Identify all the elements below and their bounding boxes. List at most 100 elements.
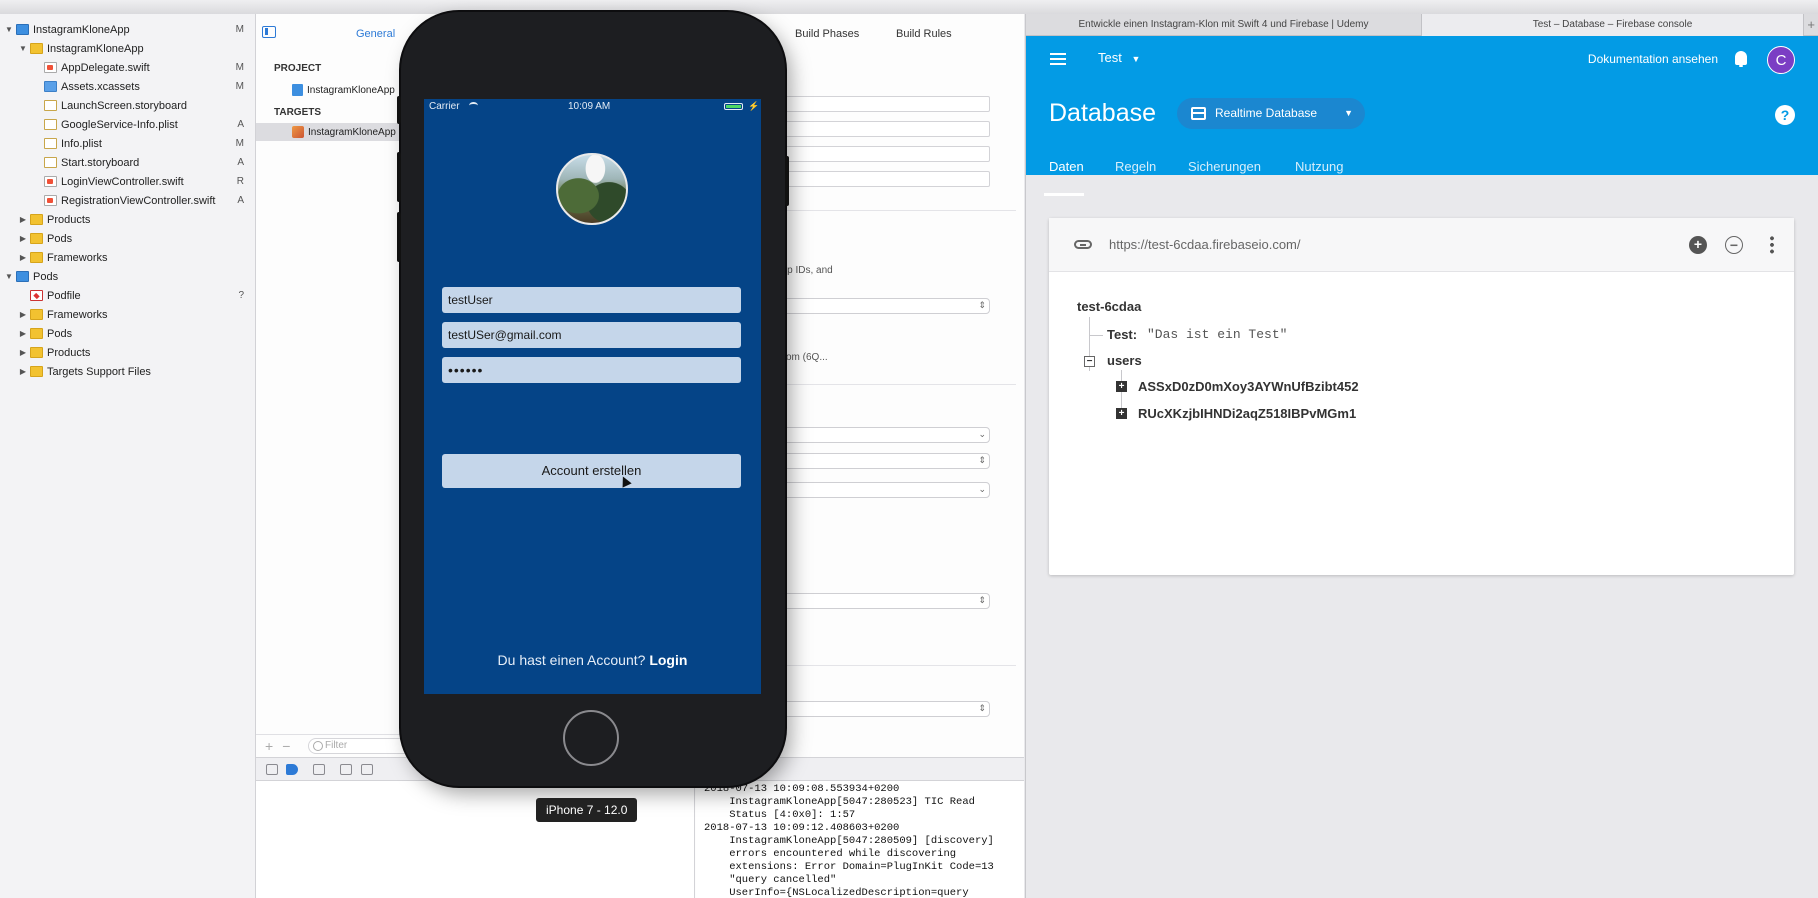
- password-input[interactable]: [442, 357, 741, 383]
- version-field[interactable]: [776, 146, 990, 162]
- profile-image-picker[interactable]: [556, 153, 628, 225]
- tree-root-node[interactable]: test-6cdaa: [1077, 299, 1141, 314]
- tab-nutzung[interactable]: Nutzung: [1295, 159, 1343, 174]
- project-selector[interactable]: Test ▼: [1098, 50, 1140, 65]
- navigator-item[interactable]: ▶ Targets Support Files: [0, 362, 255, 381]
- target-item[interactable]: InstagramKloneApp: [256, 123, 416, 141]
- breakpoints-toggle-icon[interactable]: [286, 764, 298, 775]
- disclosure-closed-icon[interactable]: ▶: [18, 215, 28, 224]
- user-node-key[interactable]: RUcXKzjbIHNDi2aqZ518IBPvMGm1: [1138, 406, 1356, 421]
- disclosure-closed-icon[interactable]: ▶: [18, 253, 28, 262]
- navigator-item[interactable]: ▶ Frameworks: [0, 248, 255, 267]
- user-node-key[interactable]: ASSxD0zD0mXoy3AYWnUfBzibt452: [1138, 379, 1359, 394]
- debug-console[interactable]: 2018-07-13 10:09:08.553934+0200 Instagra…: [696, 781, 1024, 898]
- deployment-target-select[interactable]: ⌄: [776, 427, 990, 443]
- browser-tab-firebase[interactable]: Test – Database – Firebase console: [1422, 14, 1804, 36]
- chevron-down-icon: ⌄: [978, 484, 986, 494]
- users-node-key[interactable]: users: [1107, 353, 1142, 368]
- tab-daten[interactable]: Daten: [1049, 159, 1084, 174]
- navigator-item[interactable]: ▶ Pods: [0, 324, 255, 343]
- browser-tab-udemy[interactable]: Entwickle einen Instagram-Klon mit Swift…: [1026, 14, 1422, 36]
- step-over-icon[interactable]: [340, 764, 352, 775]
- app-icons-source-select[interactable]: ⇕: [776, 593, 990, 609]
- step-into-icon[interactable]: [361, 764, 373, 775]
- bundle-id-field[interactable]: [776, 121, 990, 137]
- disclosure-closed-icon[interactable]: ▶: [18, 348, 28, 357]
- home-button[interactable]: [563, 710, 619, 766]
- collapse-users-icon[interactable]: −: [1084, 356, 1095, 367]
- navigator-item[interactable]: Podfile?: [0, 286, 255, 305]
- navigator-item[interactable]: LoginViewController.swift R: [0, 172, 255, 191]
- scm-status-badge: M: [235, 62, 244, 73]
- disclosure-open-icon[interactable]: ▼: [4, 272, 14, 281]
- add-child-button[interactable]: +: [1689, 236, 1707, 254]
- pause-icon[interactable]: [313, 764, 325, 775]
- xcassets-file-icon: [44, 81, 57, 92]
- database-url-bar: https://test-6cdaa.firebaseio.com/ + −: [1049, 218, 1794, 272]
- display-name-field[interactable]: [776, 96, 990, 112]
- test-node-value[interactable]: "Das ist ein Test": [1147, 327, 1287, 342]
- navigator-item[interactable]: ▶ Frameworks: [0, 305, 255, 324]
- main-interface-select[interactable]: ⌄: [776, 482, 990, 498]
- login-link[interactable]: Login: [649, 652, 687, 668]
- navigator-item[interactable]: ▶ Products: [0, 343, 255, 362]
- project-navigator: ▼ InstagramKloneApp M ▼ InstagramKloneApp App…: [0, 14, 256, 898]
- folder-file-icon: [30, 214, 43, 225]
- test-node-key[interactable]: Test:: [1107, 327, 1137, 342]
- tab-general[interactable]: General: [356, 28, 395, 40]
- folder-file-icon: [30, 309, 43, 320]
- expand-user-icon[interactable]: +: [1116, 381, 1127, 392]
- create-account-button[interactable]: Account erstellen: [442, 454, 741, 488]
- navigator-item[interactable]: Info.plist M: [0, 134, 255, 153]
- disclosure-open-icon[interactable]: ▼: [4, 25, 14, 34]
- scm-status-badge: M: [235, 81, 244, 92]
- launch-screen-select[interactable]: ⇕: [776, 701, 990, 717]
- remove-node-button[interactable]: −: [1725, 236, 1743, 254]
- navigator-item[interactable]: ▼ Pods: [0, 267, 255, 286]
- disclosure-closed-icon[interactable]: ▶: [18, 310, 28, 319]
- account-avatar[interactable]: C: [1767, 46, 1795, 74]
- disclosure-closed-icon[interactable]: ▶: [18, 367, 28, 376]
- project-item[interactable]: InstagramKloneApp: [256, 81, 416, 99]
- navigator-item[interactable]: Assets.xcassets M: [0, 77, 255, 96]
- navigator-item-label: InstagramKloneApp: [33, 23, 130, 36]
- filter-icon: [313, 741, 323, 751]
- team-select[interactable]: ⇕: [776, 298, 990, 314]
- tab-build-phases[interactable]: Build Phases: [795, 28, 859, 40]
- navigator-item[interactable]: ▶ Products: [0, 210, 255, 229]
- database-url[interactable]: https://test-6cdaa.firebaseio.com/: [1109, 237, 1300, 252]
- help-icon[interactable]: ?: [1775, 105, 1795, 125]
- database-type-selector[interactable]: Realtime Database ▼: [1177, 98, 1365, 129]
- hide-debug-area-icon[interactable]: [266, 764, 278, 775]
- devices-select[interactable]: ⇕: [776, 453, 990, 469]
- email-input[interactable]: [442, 322, 741, 348]
- tab-regeln[interactable]: Regeln: [1115, 159, 1156, 174]
- tab-sicherungen[interactable]: Sicherungen: [1188, 159, 1261, 174]
- navigator-item-label: RegistrationViewController.swift: [61, 194, 216, 207]
- navigator-item[interactable]: ▼ InstagramKloneApp: [0, 39, 255, 58]
- add-target-icon[interactable]: +: [265, 738, 273, 754]
- username-input[interactable]: [442, 287, 741, 313]
- more-vert-icon[interactable]: [1770, 235, 1774, 255]
- build-field[interactable]: [776, 171, 990, 187]
- navigator-item[interactable]: LaunchScreen.storyboard: [0, 96, 255, 115]
- navigator-item[interactable]: ▶ Pods: [0, 229, 255, 248]
- navigator-item[interactable]: RegistrationViewController.swift A: [0, 191, 255, 210]
- navigator-item-label: Pods: [47, 232, 73, 245]
- navigator-item-label: Info.plist: [61, 137, 102, 150]
- disclosure-open-icon[interactable]: ▼: [18, 44, 28, 53]
- navigator-item[interactable]: ▼ InstagramKloneApp M: [0, 20, 255, 39]
- proj-file-icon: [16, 24, 29, 35]
- hamburger-menu-icon[interactable]: [1050, 53, 1066, 65]
- disclosure-closed-icon[interactable]: ▶: [18, 329, 28, 338]
- notifications-bell-icon[interactable]: [1735, 51, 1747, 67]
- navigator-item[interactable]: AppDelegate.swift M: [0, 58, 255, 77]
- documentation-link[interactable]: Dokumentation ansehen: [1588, 52, 1718, 66]
- expand-user-icon[interactable]: +: [1116, 408, 1127, 419]
- new-tab-button[interactable]: +: [1807, 17, 1815, 32]
- navigator-item[interactable]: GoogleService-Info.plist A: [0, 115, 255, 134]
- tab-build-rules[interactable]: Build Rules: [896, 28, 952, 40]
- disclosure-closed-icon[interactable]: ▶: [18, 234, 28, 243]
- navigator-item[interactable]: Start.storyboard A: [0, 153, 255, 172]
- remove-target-icon[interactable]: −: [282, 738, 290, 754]
